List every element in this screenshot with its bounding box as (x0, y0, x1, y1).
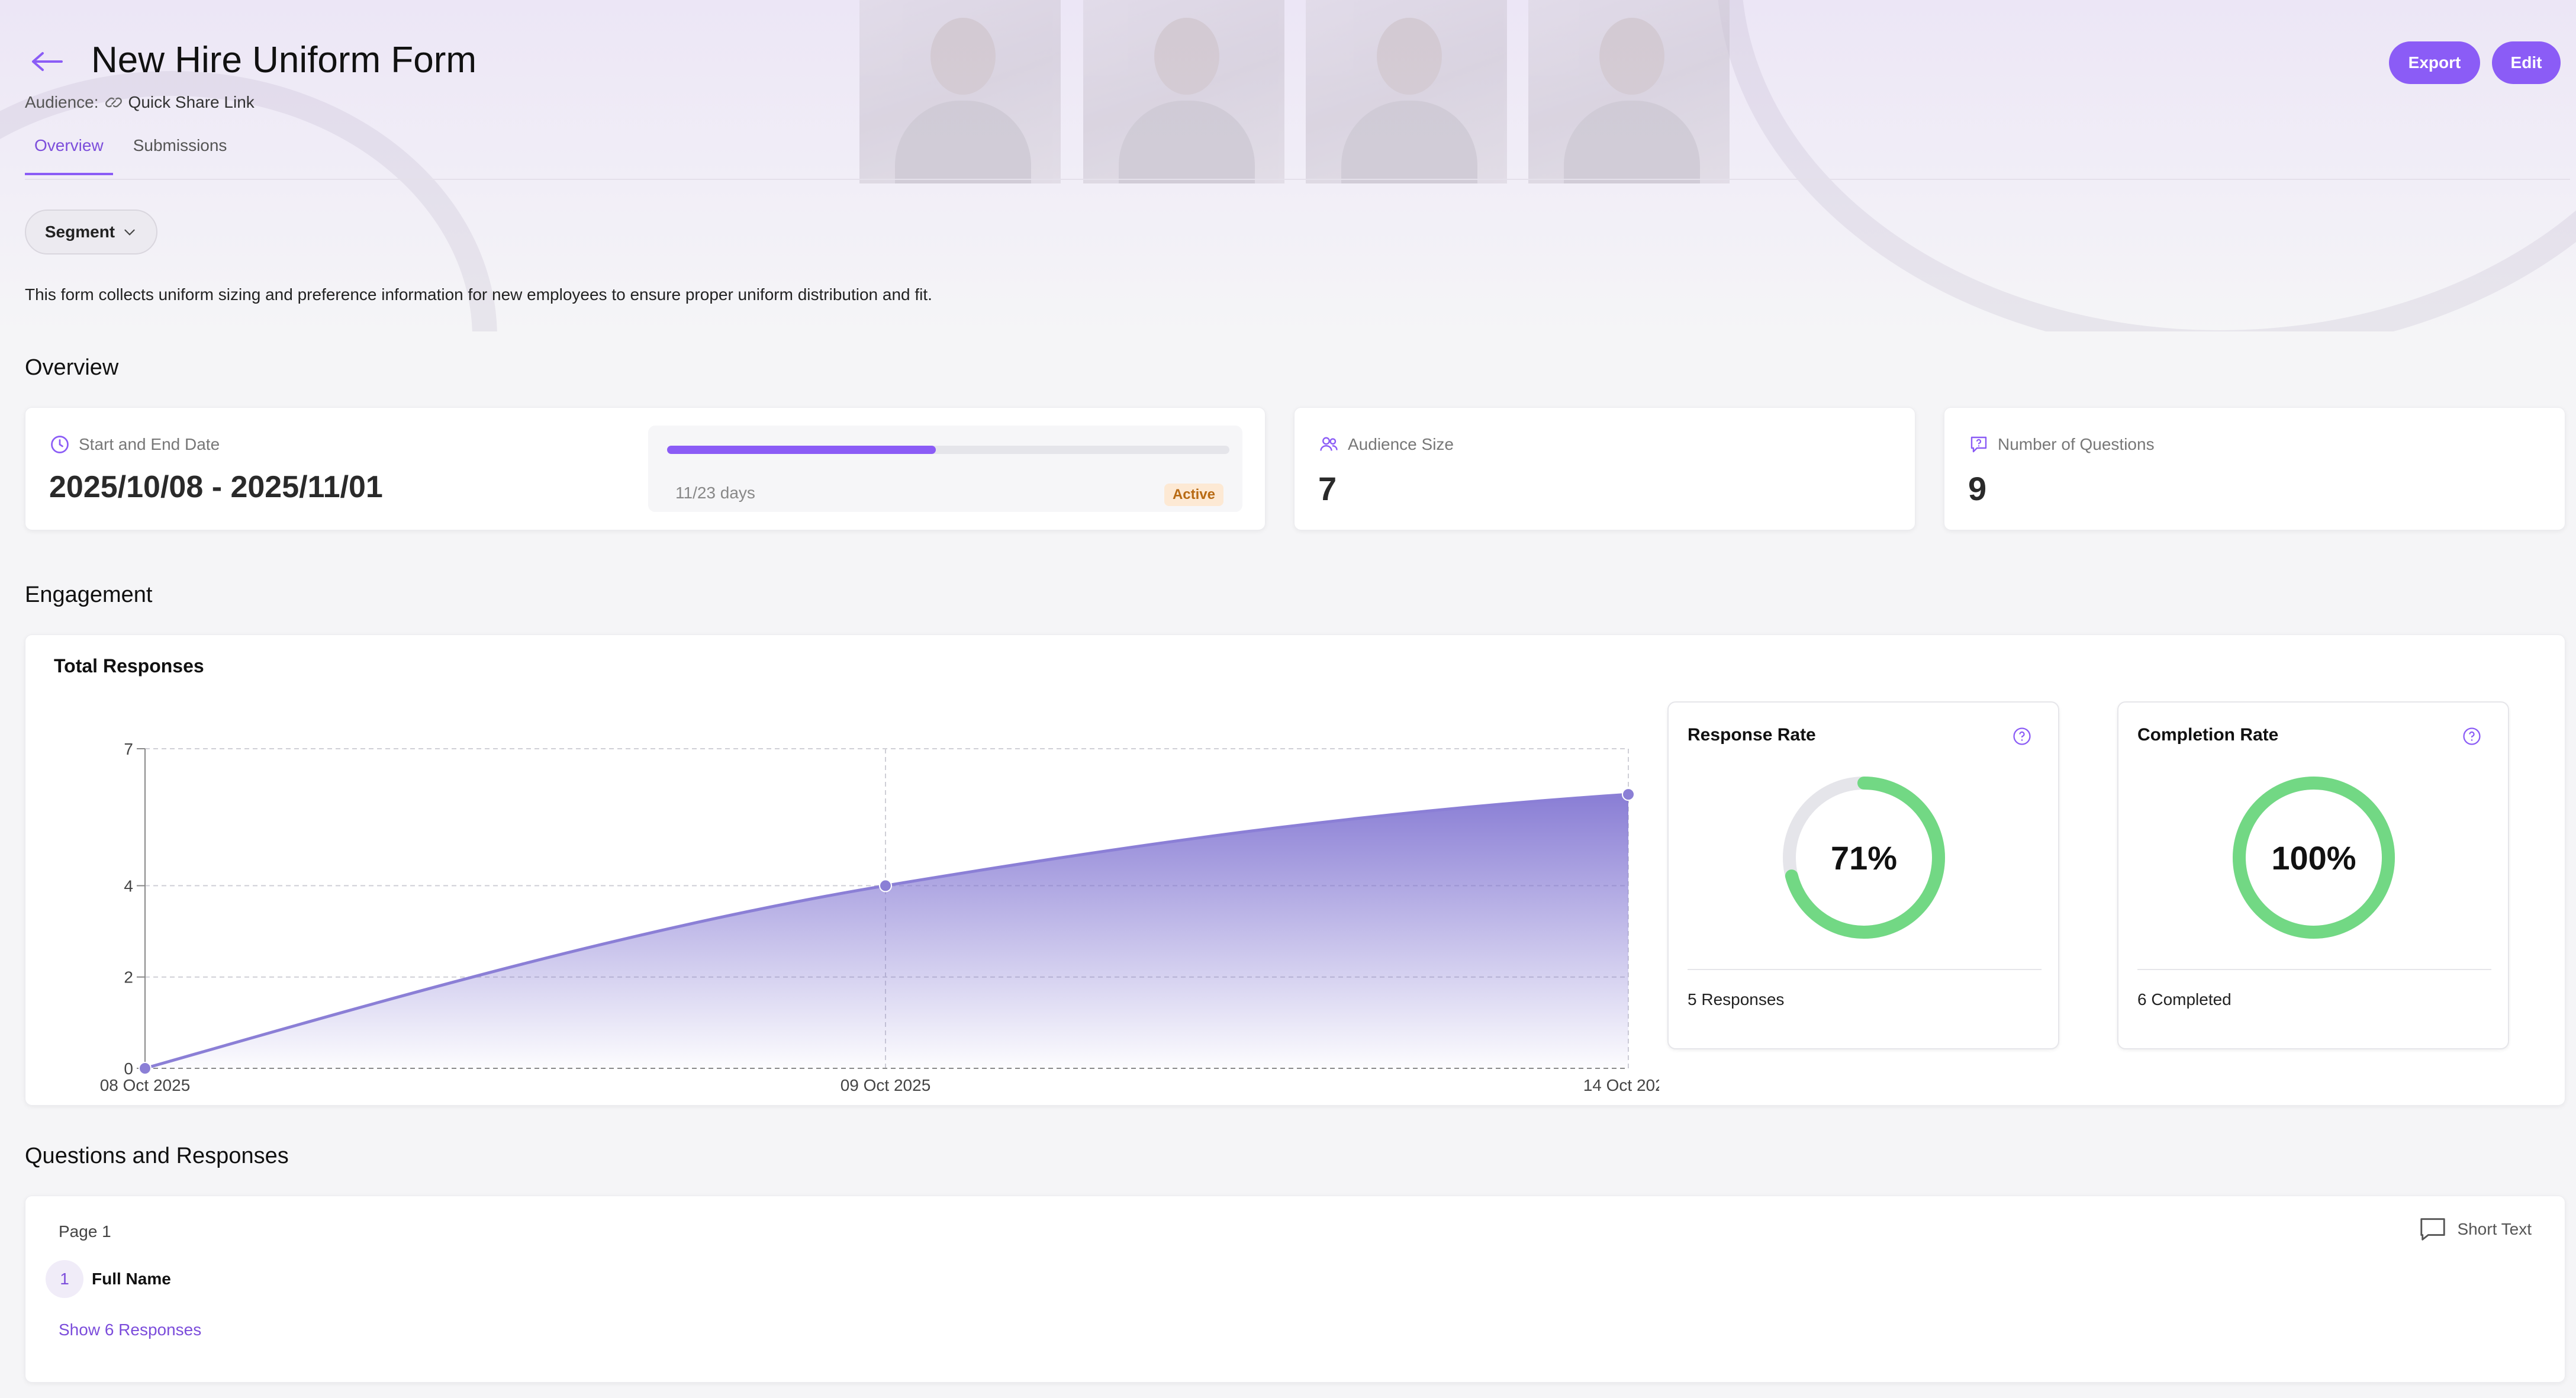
area-fill (145, 794, 1628, 1068)
response-rate-card: Response Rate 71% 5 Responses (1667, 701, 2059, 1049)
audience-label: Audience: (25, 93, 99, 111)
questions-count-value: 9 (1968, 470, 1987, 507)
y-tick-label: 4 (124, 877, 133, 895)
x-tick-label: 08 Oct 2025 (100, 1076, 191, 1094)
clock-icon (51, 436, 69, 453)
audience-size-card: Audience Size 7 (1294, 407, 1915, 530)
audience-line: Audience: Quick Share Link (25, 92, 255, 112)
completion-rate-card: Completion Rate 100% 6 Completed (2117, 701, 2509, 1049)
question-card: Page 1 Short Text 1 Full Name Show 6 Res… (25, 1196, 2565, 1383)
data-point[interactable] (1622, 788, 1635, 801)
progress-track (667, 446, 1229, 454)
question-type: Short Text (2418, 1215, 2532, 1244)
rate-divider (2137, 969, 2491, 970)
audience-size-label: Audience Size (1318, 434, 1454, 455)
hero-photo (1306, 0, 1507, 183)
questions-count-card: Number of Questions 9 (1944, 407, 2565, 530)
completion-rate-footer: 6 Completed (2137, 990, 2232, 1009)
question-type-label: Short Text (2457, 1220, 2532, 1238)
export-button[interactable]: Export (2389, 41, 2480, 84)
question-message-icon (1970, 436, 1987, 453)
engagement-card: Total Responses 0 2 4 7 08 Oct 2025 09 Oct 20… (25, 634, 2565, 1106)
total-responses-chart: 0 2 4 7 08 Oct 2025 09 Oct 2025 14 Oct 2025 (100, 740, 1659, 1094)
hero-photo (859, 0, 1061, 183)
segment-label: Segment (44, 223, 115, 241)
chevron-down-icon (124, 229, 135, 236)
page-label: Page 1 (59, 1222, 111, 1241)
page-title: New Hire Uniform Form (91, 40, 477, 80)
audience-size-value: 7 (1318, 470, 1337, 507)
help-icon[interactable] (2462, 726, 2482, 746)
engagement-heading: Engagement (25, 582, 153, 607)
y-tick-label: 0 (124, 1059, 133, 1078)
date-range: 2025/10/08 - 2025/11/01 (49, 470, 383, 504)
overview-heading: Overview (25, 355, 119, 380)
back-arrow-icon[interactable] (28, 44, 65, 79)
link-icon (105, 97, 122, 108)
data-point[interactable] (879, 879, 892, 893)
tab-bar: Overview Submissions (25, 134, 247, 175)
y-tick-label: 2 (124, 968, 133, 987)
short-text-icon (2420, 1218, 2446, 1241)
segment-dropdown[interactable]: Segment (25, 210, 157, 255)
hero-photo (1528, 0, 1730, 183)
tabs-divider (25, 179, 2570, 180)
questions-heading: Questions and Responses (25, 1143, 289, 1168)
response-rate-value: 71% (1830, 839, 1898, 877)
users-icon (1320, 437, 1338, 451)
questions-count-label: Number of Questions (1968, 434, 2155, 455)
rate-divider (1688, 969, 2042, 970)
show-responses-link[interactable]: Show 6 Responses (59, 1320, 201, 1339)
progress-fill (667, 446, 936, 454)
y-tick-label: 7 (124, 740, 133, 758)
x-tick-label: 09 Oct 2025 (841, 1076, 931, 1094)
date-card: Start and End Date 2025/10/08 - 2025/11/… (25, 407, 1266, 530)
edit-button[interactable]: Edit (2492, 41, 2561, 84)
progress-days: 11/23 days (675, 484, 755, 502)
question-number: 1 (46, 1260, 83, 1298)
hero-photo (1083, 0, 1284, 183)
chart-title: Total Responses (54, 655, 204, 677)
completion-rate-value: 100% (2271, 839, 2356, 877)
tab-overview[interactable]: Overview (25, 134, 113, 175)
question-text: Full Name (92, 1270, 171, 1288)
help-icon[interactable] (2012, 726, 2032, 746)
x-tick-label: 14 Oct 2025 (1583, 1076, 1659, 1094)
completion-rate-title: Completion Rate (2137, 725, 2279, 745)
tab-submissions[interactable]: Submissions (124, 134, 237, 175)
form-description: This form collects uniform sizing and pr… (25, 285, 932, 304)
data-point[interactable] (139, 1062, 152, 1075)
audience-value: Quick Share Link (128, 93, 255, 111)
status-badge: Active (1164, 484, 1223, 506)
progress-box: 11/23 days Active (648, 426, 1242, 512)
response-rate-title: Response Rate (1688, 725, 1816, 745)
response-rate-footer: 5 Responses (1688, 990, 1785, 1009)
date-label: Start and End Date (49, 434, 220, 455)
